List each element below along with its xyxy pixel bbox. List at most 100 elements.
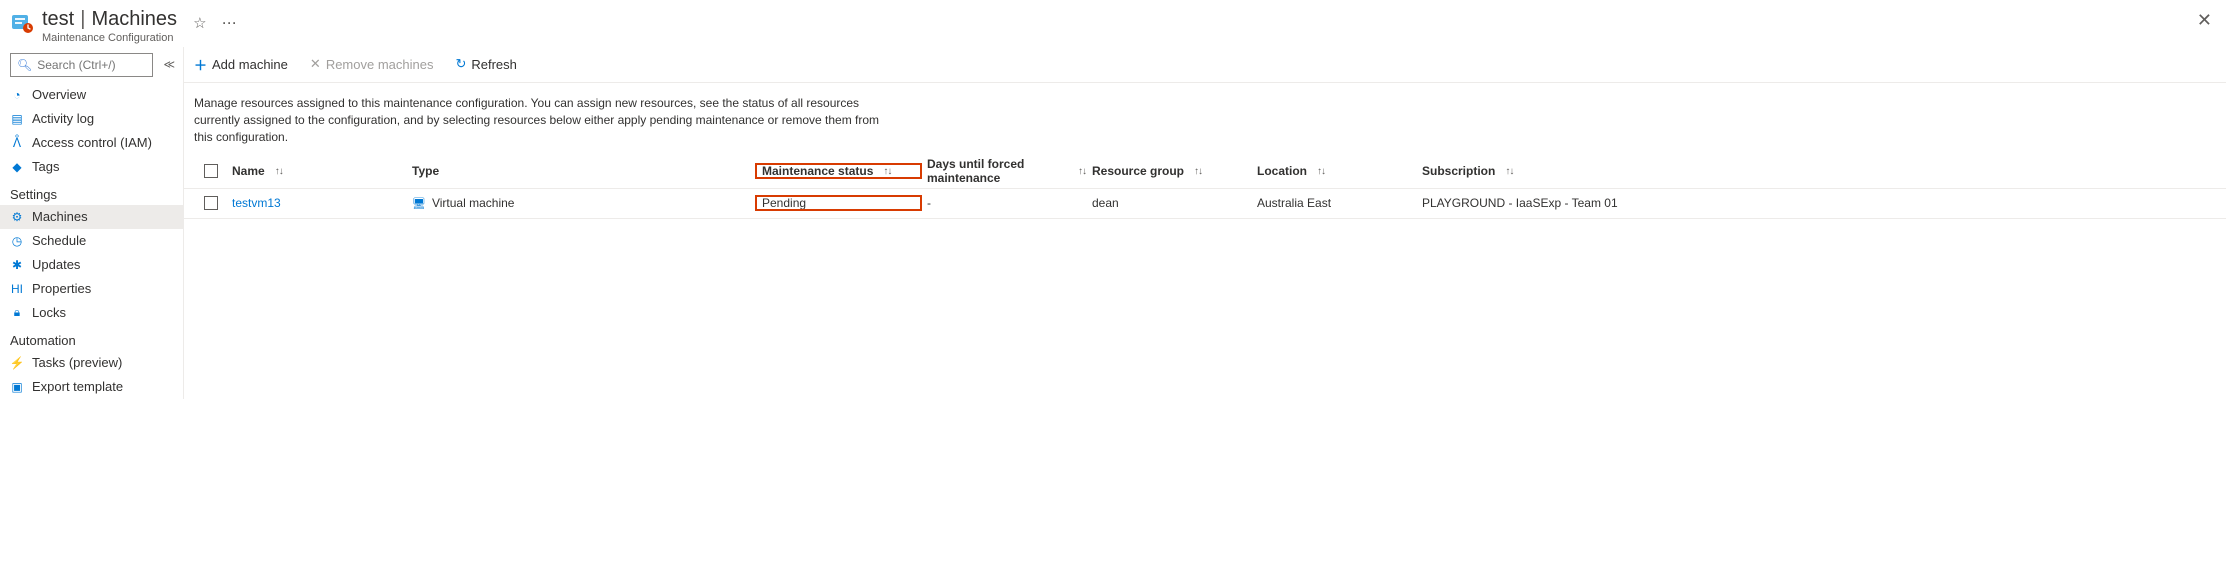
row-checkbox[interactable] [204, 196, 218, 210]
cell-rg-value: dean [1092, 196, 1119, 210]
column-label: Maintenance status [762, 164, 873, 178]
column-label: Subscription [1422, 164, 1495, 178]
cell-type: Virtual machine [432, 196, 515, 210]
overview-icon: ◔ [10, 88, 24, 102]
column-label: Name [232, 164, 265, 178]
updates-icon: ✱ [10, 258, 24, 272]
sort-icon: ↑↓ [275, 166, 283, 177]
plus-icon: ＋ [194, 55, 207, 74]
sidebar-item-label: Schedule [32, 233, 86, 248]
sidebar-item-locks[interactable]: 🔒︎ Locks [0, 301, 183, 325]
column-header-subscription[interactable]: Subscription ↑↓ [1416, 164, 2226, 178]
sidebar-item-overview[interactable]: ◔ Overview [0, 83, 183, 107]
add-machine-button[interactable]: ＋ Add machine [190, 53, 292, 76]
iam-icon: ᐰ [10, 136, 24, 150]
sort-icon: ↑↓ [1194, 166, 1202, 177]
title-separator: | [80, 8, 85, 31]
column-header-name[interactable]: Name ↑↓ [226, 164, 406, 178]
column-label: Days until forced maintenance [927, 157, 1068, 185]
column-header-type[interactable]: Type [406, 164, 756, 178]
cell-subscription: PLAYGROUND - IaaSExp - Team 01 [1416, 196, 2226, 210]
sidebar: 🔍︎ ≪ ◔ Overview ▤ Activity log ᐰ Access … [0, 47, 183, 399]
sidebar-item-label: Tags [32, 159, 59, 174]
sort-icon: ↑↓ [883, 166, 891, 177]
properties-icon: HI [10, 282, 24, 296]
sidebar-item-schedule[interactable]: ◷ Schedule [0, 229, 183, 253]
cell-days-value: - [927, 196, 931, 210]
collapse-sidebar-icon[interactable]: ≪ [159, 54, 179, 75]
column-label: Location [1257, 164, 1307, 178]
locks-icon: 🔒︎ [10, 305, 24, 320]
sidebar-item-label: Tasks (preview) [32, 355, 122, 370]
refresh-button[interactable]: ↻ Refresh [451, 54, 520, 74]
activity-log-icon: ▤ [10, 112, 24, 126]
column-label: Resource group [1092, 164, 1184, 178]
remove-machines-button: ✕ Remove machines [306, 54, 438, 74]
toolbar-btn-label: Remove machines [326, 57, 434, 72]
sidebar-section-settings: Settings [0, 179, 183, 205]
column-label: Type [412, 164, 439, 178]
column-header-maintenance-status[interactable]: Maintenance status ↑↓ [756, 164, 921, 178]
sidebar-item-label: Access control (IAM) [32, 135, 152, 150]
sidebar-item-label: Export template [32, 379, 123, 394]
machines-icon: ⚙ [10, 210, 24, 224]
toolbar-btn-label: Add machine [212, 57, 288, 72]
page-title: test | Machines ☆ ··· [42, 8, 238, 31]
maintenance-config-icon [10, 11, 34, 35]
sort-icon: ↑↓ [1505, 166, 1513, 177]
search-input[interactable] [37, 58, 146, 72]
toolbar-btn-label: Refresh [471, 57, 517, 72]
sidebar-item-label: Overview [32, 87, 86, 102]
sidebar-item-iam[interactable]: ᐰ Access control (IAM) [0, 131, 183, 155]
cell-status-value: Pending [762, 196, 806, 210]
search-icon: 🔍︎ [17, 58, 32, 72]
column-header-resource-group[interactable]: Resource group ↑↓ [1086, 164, 1251, 178]
title-prefix: test [42, 8, 74, 31]
column-header-location[interactable]: Location ↑↓ [1251, 164, 1416, 178]
page-header: test | Machines ☆ ··· Maintenance Config… [0, 0, 2226, 47]
schedule-icon: ◷ [10, 234, 24, 248]
sidebar-item-tasks[interactable]: ⚡ Tasks (preview) [0, 351, 183, 375]
sort-icon: ↑↓ [1078, 166, 1086, 177]
sidebar-item-label: Updates [32, 257, 80, 272]
x-icon: ✕ [310, 56, 321, 72]
title-suffix: Machines [91, 8, 177, 31]
cell-sub-value: PLAYGROUND - IaaSExp - Team 01 [1422, 196, 1618, 210]
tasks-icon: ⚡ [10, 356, 24, 370]
table-row[interactable]: testvm13 🖥︎ Virtual machine Pending - de… [184, 189, 2226, 219]
cell-resource-group: dean [1086, 196, 1251, 210]
cell-maintenance-status: Pending [756, 196, 921, 210]
sidebar-item-tags[interactable]: ◆ Tags [0, 155, 183, 179]
sidebar-search[interactable]: 🔍︎ [10, 53, 153, 77]
description-text: Manage resources assigned to this mainte… [184, 83, 904, 155]
sidebar-item-activity-log[interactable]: ▤ Activity log [0, 107, 183, 131]
table-header-row: Name ↑↓ Type Maintenance status ↑↓ Days … [184, 155, 2226, 189]
sidebar-item-machines[interactable]: ⚙ Machines [0, 205, 183, 229]
favorite-star-icon[interactable]: ☆ [193, 15, 206, 32]
toolbar: ＋ Add machine ✕ Remove machines ↻ Refres… [184, 47, 2226, 83]
sidebar-section-automation: Automation [0, 325, 183, 351]
sidebar-item-updates[interactable]: ✱ Updates [0, 253, 183, 277]
virtual-machine-icon: 🖥︎ [412, 197, 426, 210]
sidebar-item-label: Machines [32, 209, 88, 224]
export-template-icon: ▣ [10, 380, 24, 394]
sidebar-item-properties[interactable]: HI Properties [0, 277, 183, 301]
sidebar-item-label: Locks [32, 305, 66, 320]
cell-days: - [921, 196, 1086, 210]
machine-name-link[interactable]: testvm13 [232, 196, 281, 210]
page-subtitle: Maintenance Configuration [42, 32, 238, 45]
sidebar-item-export-template[interactable]: ▣ Export template [0, 375, 183, 399]
tags-icon: ◆ [10, 160, 24, 174]
refresh-icon: ↻ [455, 56, 466, 72]
sort-icon: ↑↓ [1317, 166, 1325, 177]
sidebar-item-label: Activity log [32, 111, 94, 126]
select-all-checkbox[interactable] [204, 164, 218, 178]
sidebar-item-label: Properties [32, 281, 91, 296]
cell-location: Australia East [1251, 196, 1416, 210]
column-header-days-until-forced[interactable]: Days until forced maintenance ↑↓ [921, 157, 1086, 185]
machines-table: Name ↑↓ Type Maintenance status ↑↓ Days … [184, 155, 2226, 219]
more-actions-icon[interactable]: ··· [223, 17, 238, 31]
cell-loc-value: Australia East [1257, 196, 1331, 210]
main-pane: ＋ Add machine ✕ Remove machines ↻ Refres… [183, 47, 2226, 399]
close-icon[interactable]: ✕ [2197, 10, 2212, 31]
